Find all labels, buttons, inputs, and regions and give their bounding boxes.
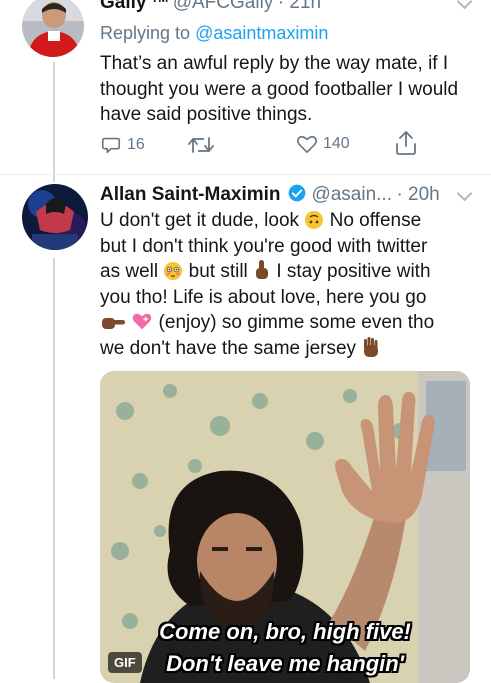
tweet2-line-4: you tho! Life is about love, here you go xyxy=(100,286,427,308)
replying-to: Replying to @asaintmaximin xyxy=(100,23,328,44)
upside-down-face-emoji-icon xyxy=(305,211,324,229)
raised-hand-emoji-icon xyxy=(364,336,379,357)
tweet2-text-segment: (enjoy) so gimme some even tho xyxy=(153,312,435,333)
gally-avatar-image xyxy=(22,0,84,57)
allan-avatar[interactable] xyxy=(22,184,88,250)
thread-line-bottom xyxy=(53,258,55,679)
tweet2-text-segment: as well xyxy=(100,261,164,282)
thread-line-connector xyxy=(53,62,55,182)
tweet1-time[interactable]: · 21h xyxy=(278,0,321,13)
pointing-up-emoji-icon xyxy=(256,260,269,279)
tweet2-line-2: but I don't think you're good with twitt… xyxy=(100,235,428,257)
replying-to-label: Replying to xyxy=(100,23,191,43)
tweet1-name-suffix: TM xyxy=(151,0,168,5)
gif-media[interactable]: Come on, bro, high five! Don't leave me … xyxy=(100,371,470,683)
like-button[interactable]: 140 xyxy=(296,134,350,154)
tweet-divider xyxy=(0,174,491,175)
tweet2-line-6: we don't have the same jersey xyxy=(100,336,480,362)
tweet2-text: U don't get it dude, look No offense but… xyxy=(100,208,480,361)
tweet1-header: Gally TM @AFCGally · 21h xyxy=(100,0,321,14)
reply-button[interactable]: 16 xyxy=(100,134,145,156)
tweet2-line-1: U don't get it dude, look No offense xyxy=(100,208,480,234)
verified-badge-icon xyxy=(288,184,306,202)
like-count: 140 xyxy=(323,135,350,152)
tweet1-author-name[interactable]: Gally xyxy=(100,0,146,13)
tweet2-time[interactable]: · 20h xyxy=(396,184,439,205)
tweet2-text-segment: I stay positive with xyxy=(271,261,431,282)
retweet-icon xyxy=(188,137,214,153)
tweet1-text: That’s an awful reply by the way mate, i… xyxy=(100,53,459,125)
tweet2-chevron-down-icon[interactable] xyxy=(456,185,473,202)
pointing-right-emoji-icon xyxy=(102,318,125,329)
share-icon xyxy=(396,131,416,155)
tweet1-actions: 16 140 xyxy=(100,131,420,162)
tweet2-handle[interactable]: @asain... xyxy=(311,184,392,205)
heart-icon xyxy=(296,135,318,153)
tweet2-line-5: (enjoy) so gimme some even tho xyxy=(100,310,480,336)
reply-count: 16 xyxy=(127,136,145,153)
tweet1-handle[interactable]: @AFCGally xyxy=(173,0,274,13)
allan-avatar-image xyxy=(22,184,88,250)
tweet2-author-name[interactable]: Allan Saint-Maximin xyxy=(100,184,281,205)
tweet2-header: Allan Saint-Maximin @asain... · 20h xyxy=(100,183,440,206)
tweet2-text-segment: we don't have the same jersey xyxy=(100,337,362,359)
tweet2-text-segment: U don't get it dude, look xyxy=(100,210,305,231)
gally-avatar[interactable] xyxy=(22,0,84,57)
tweet2-line-3: as well but still I stay positive with xyxy=(100,259,480,285)
flushed-face-emoji-icon xyxy=(164,262,183,280)
sparkling-heart-emoji-icon xyxy=(132,313,152,330)
tweet2-text-segment: but still xyxy=(183,261,254,282)
reply-icon xyxy=(101,137,121,154)
gif-caption-line-2: Don't leave me hangin' xyxy=(166,651,404,676)
gif-badge: GIF xyxy=(108,652,142,673)
tweet2-text-segment: No offense xyxy=(324,210,422,231)
share-button[interactable] xyxy=(395,130,417,156)
retweet-button[interactable] xyxy=(188,134,214,156)
replying-to-handle[interactable]: @asaintmaximin xyxy=(195,23,328,43)
gif-caption-line-1: Come on, bro, high five! xyxy=(159,619,411,644)
tweet1-chevron-down-icon[interactable] xyxy=(456,0,473,10)
